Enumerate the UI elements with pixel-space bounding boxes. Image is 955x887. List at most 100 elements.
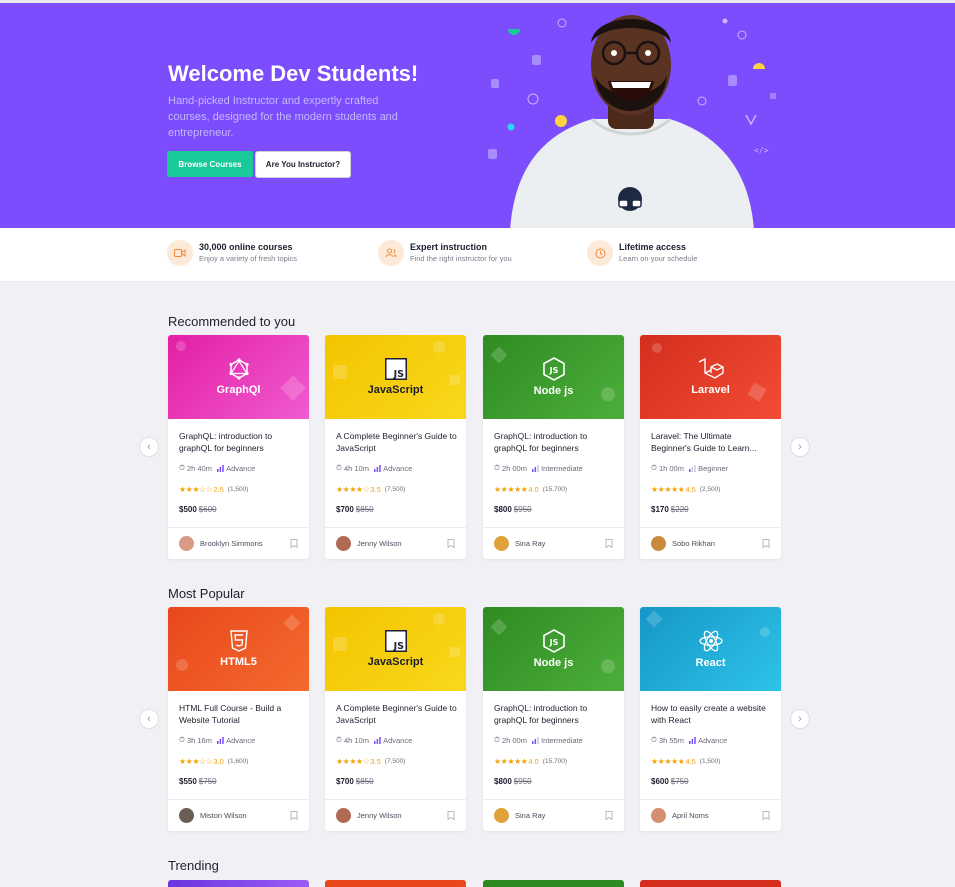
current-price: $800	[494, 777, 512, 786]
course-title[interactable]: HTML Full Course - Build a Website Tutor…	[179, 702, 301, 726]
rating-stars: ★★★☆☆	[179, 757, 213, 766]
course-duration: 4h 10m	[343, 463, 369, 473]
course-footer: Sobo Rikhan	[640, 527, 781, 559]
course-level: Beginner	[698, 463, 729, 473]
course-row-recommended: GraphQl GraphQL: introduction to graphQL…	[168, 335, 782, 559]
bookmark-icon[interactable]	[447, 539, 455, 548]
rating-count: (15,700)	[542, 758, 568, 765]
laravel-icon	[698, 358, 724, 379]
feature-title: Lifetime access	[619, 242, 687, 252]
current-price: $800	[494, 505, 512, 514]
course-title[interactable]: Laravel: The Ultimate Beginner's Guide t…	[651, 430, 773, 454]
chevron-left-icon: ‹	[147, 441, 151, 453]
current-price: $170	[651, 505, 669, 514]
bookmark-icon[interactable]	[605, 539, 613, 548]
course-duration: 1h 00m	[658, 463, 684, 473]
browse-courses-button[interactable]: Browse Courses	[167, 151, 253, 177]
course-level: Advance	[226, 735, 256, 745]
rating-value: 3.5	[370, 757, 381, 766]
svg-text:JS: JS	[392, 641, 404, 652]
bookmark-icon[interactable]	[762, 811, 770, 820]
avatar	[179, 536, 194, 551]
course-card[interactable]: React How to easily create a website wit…	[640, 607, 781, 831]
bookmark-icon[interactable]	[605, 811, 613, 820]
course-title[interactable]: GraphQL: introduction to graphQL for beg…	[494, 702, 616, 726]
carousel-prev-button[interactable]: ‹	[139, 437, 159, 457]
course-duration: 3h 55m	[658, 735, 684, 745]
author-name[interactable]: Miston Wilson	[200, 811, 290, 820]
level-icon: Intermediate	[531, 735, 583, 745]
rating-count: (7,500)	[384, 758, 406, 765]
course-rating: ★★★★★ 4.0 (15,700)	[494, 757, 567, 766]
section-title-trending: Trending	[168, 858, 219, 873]
author-name[interactable]: Jenny Wilson	[357, 811, 447, 820]
course-card[interactable]	[168, 880, 309, 887]
course-thumbnail: React	[640, 607, 781, 691]
course-meta: ⏱ 2h 40m Advance	[179, 463, 255, 473]
course-footer: Brooklyn Simmons	[168, 527, 309, 559]
clock-icon: ⏱	[494, 463, 500, 472]
author-name[interactable]: Sina Ray	[515, 811, 605, 820]
chevron-left-icon: ‹	[147, 713, 151, 725]
course-card[interactable]	[483, 880, 624, 887]
are-you-instructor-button[interactable]: Are You Instructor?	[255, 151, 351, 178]
course-card[interactable]	[640, 880, 781, 887]
clock-icon: ⏱	[179, 463, 185, 472]
course-level: Advance	[226, 463, 256, 473]
rating-stars: ★★★★☆	[336, 757, 370, 766]
old-price: $850	[355, 777, 374, 786]
chevron-right-icon: ›	[798, 441, 802, 453]
course-card[interactable]: Laravel Laravel: The Ultimate Beginner's…	[640, 335, 781, 559]
rating-count: (1,500)	[699, 758, 721, 765]
feature-online-courses: 30,000 online courses Enjoy a variety of…	[167, 240, 297, 266]
hero-title: Welcome Dev Students!	[168, 61, 419, 86]
course-thumbnail: JS Node js	[483, 335, 624, 419]
carousel-prev-button[interactable]: ‹	[139, 709, 159, 729]
current-price: $700	[336, 505, 354, 514]
author-name[interactable]: Sobo Rikhan	[672, 539, 762, 548]
course-price: $700 $850	[336, 777, 374, 786]
course-card[interactable]: JS Node js GraphQL: introduction to grap…	[483, 607, 624, 831]
old-price: $750	[198, 777, 217, 786]
course-card[interactable]: HTML5 HTML Full Course - Build a Website…	[168, 607, 309, 831]
course-title[interactable]: A Complete Beginner's Guide to JavaScrip…	[336, 430, 458, 454]
course-title[interactable]: A Complete Beginner's Guide to JavaScrip…	[336, 702, 458, 726]
carousel-next-button[interactable]: ›	[790, 709, 810, 729]
course-rating: ★★★★☆ 3.5 (7,500)	[336, 485, 405, 494]
level-icon: Advance	[216, 463, 256, 473]
author-name[interactable]: Sina Ray	[515, 539, 605, 548]
course-level: Advance	[383, 735, 413, 745]
nodejs-icon: JS	[542, 357, 565, 381]
course-title[interactable]: GraphQL: introduction to graphQL for beg…	[179, 430, 301, 454]
course-meta: ⏱ 4h 10m Advance	[336, 735, 412, 745]
course-meta: ⏱ 1h 00m Beginner	[651, 463, 728, 473]
course-card[interactable]: JS JavaScript A Complete Beginner's Guid…	[325, 607, 466, 831]
course-title[interactable]: How to easily create a website with Reac…	[651, 702, 773, 726]
carousel-next-button[interactable]: ›	[790, 437, 810, 457]
avatar	[651, 808, 666, 823]
course-card[interactable]: JS JavaScript A Complete Beginner's Guid…	[325, 335, 466, 559]
bookmark-icon[interactable]	[290, 539, 298, 548]
bookmark-icon[interactable]	[762, 539, 770, 548]
course-level: Intermediate	[541, 735, 583, 745]
course-title[interactable]: GraphQL: introduction to graphQL for beg…	[494, 430, 616, 454]
level-icon: Beginner	[688, 463, 729, 473]
bookmark-icon[interactable]	[447, 811, 455, 820]
course-footer: Sina Ray	[483, 527, 624, 559]
clock-icon	[587, 240, 613, 266]
course-card[interactable]: JS Node js GraphQL: introduction to grap…	[483, 335, 624, 559]
course-card[interactable]: GraphQl GraphQL: introduction to graphQL…	[168, 335, 309, 559]
author-name[interactable]: April Noms	[672, 811, 762, 820]
clock-icon: ⏱	[651, 463, 657, 472]
clock-icon: ⏱	[179, 735, 185, 744]
course-duration: 4h 10m	[343, 735, 369, 745]
course-tech-label: HTML5	[220, 656, 257, 668]
course-card[interactable]	[325, 880, 466, 887]
author-name[interactable]: Jenny Wilson	[357, 539, 447, 548]
rating-value: 3.5	[370, 485, 381, 494]
author-name[interactable]: Brooklyn Simmons	[200, 539, 290, 548]
svg-text:JS: JS	[392, 369, 404, 380]
course-thumbnail: JS JavaScript	[325, 607, 466, 691]
rating-value: 4.5	[685, 757, 696, 766]
bookmark-icon[interactable]	[290, 811, 298, 820]
